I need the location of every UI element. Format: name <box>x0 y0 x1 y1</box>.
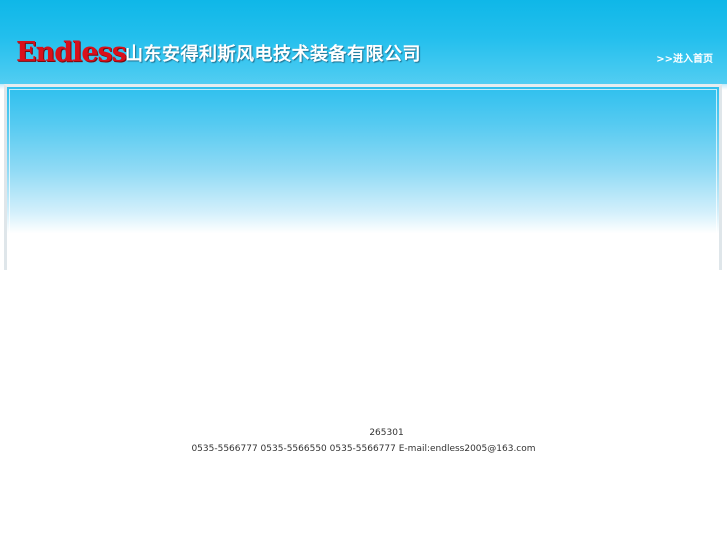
banner-inner-border <box>9 89 717 270</box>
endless-logo: Endless <box>16 37 127 68</box>
contact-info: 0535-5566777 0535-5566550 0535-5566777 E… <box>191 444 536 454</box>
banner-frame <box>4 84 722 270</box>
company-name: 山东安得利斯风电技术装备有限公司 <box>125 44 421 65</box>
enter-homepage-link[interactable]: >>进入首页 <box>656 53 713 67</box>
page: Endless 山东安得利斯风电技术装备有限公司 >>进入首页 265301 0… <box>0 0 727 545</box>
header-bar: Endless 山东安得利斯风电技术装备有限公司 >>进入首页 <box>0 0 727 84</box>
footer: 265301 0535-5566777 0535-5566550 0535-55… <box>0 425 727 457</box>
postal-code: 265301 <box>369 428 404 438</box>
